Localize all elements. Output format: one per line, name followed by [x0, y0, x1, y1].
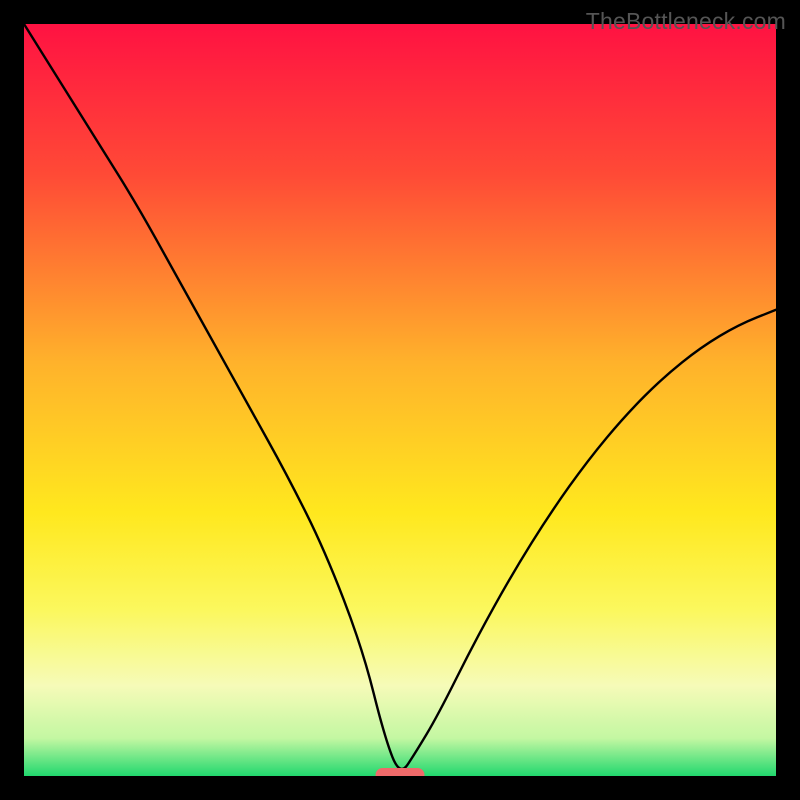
- chart-frame: [0, 776, 800, 800]
- chart-canvas: [0, 0, 800, 800]
- bottleneck-chart: TheBottleneck.com: [0, 0, 800, 800]
- chart-frame: [0, 0, 24, 800]
- watermark-text: TheBottleneck.com: [586, 8, 786, 35]
- chart-frame: [776, 0, 800, 800]
